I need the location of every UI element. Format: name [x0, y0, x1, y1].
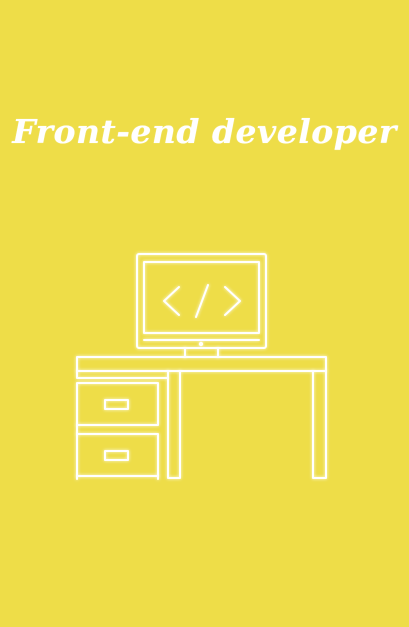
developer-desk-icon [76, 253, 327, 480]
monitor-icon [136, 253, 267, 358]
drawer-unit-icon [76, 370, 169, 480]
code-brackets-icon [163, 284, 241, 318]
developer-card: Front-end developer [0, 0, 409, 627]
